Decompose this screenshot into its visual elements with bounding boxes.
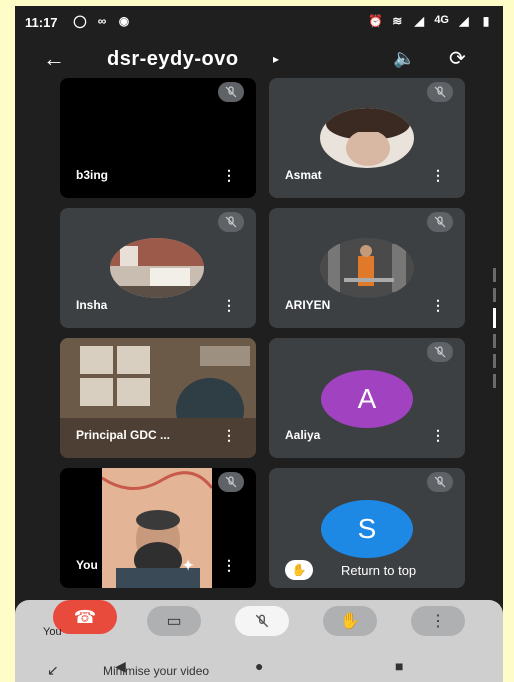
more-options-icon[interactable]: ⋮ bbox=[431, 167, 445, 184]
participant-tile[interactable]: Asmat ⋮ bbox=[269, 78, 465, 198]
mic-off-icon[interactable] bbox=[235, 606, 289, 636]
participant-tile[interactable]: Principal GDC ... ⋮ bbox=[60, 338, 256, 458]
participant-name: Insha bbox=[76, 298, 108, 312]
volte-icon: ≋ bbox=[392, 14, 403, 28]
more-options-icon[interactable]: ⋮ bbox=[222, 297, 236, 314]
participant-tile[interactable]: S ✋ Return to top bbox=[269, 468, 465, 588]
more-options-icon[interactable]: ⋮ bbox=[222, 557, 236, 574]
participant-tile[interactable]: ARIYEN ⋮ bbox=[269, 208, 465, 328]
call-controls-panel: ☎ You ▭ ✋ ⋮ ↙ Minimise your video ◀ ● ■ bbox=[15, 600, 503, 682]
back-arrow-icon[interactable]: ← bbox=[43, 46, 65, 72]
participant-avatar bbox=[320, 238, 414, 298]
mic-off-icon bbox=[427, 82, 453, 102]
participant-name: b3ing bbox=[76, 168, 108, 182]
hand-raise-icon: ✋ bbox=[285, 560, 313, 580]
mic-off-icon bbox=[218, 82, 244, 102]
participant-avatar: S bbox=[321, 500, 413, 558]
link-icon: ∞ bbox=[97, 14, 107, 28]
participant-name: Principal GDC ... bbox=[76, 428, 171, 442]
more-options-icon[interactable]: ⋮ bbox=[431, 297, 445, 314]
alarm-icon: ⏰ bbox=[368, 14, 384, 28]
more-options-icon[interactable]: ⋮ bbox=[411, 606, 465, 636]
battery-icon: ▮ bbox=[482, 14, 490, 28]
signal-icon: ◢ bbox=[414, 14, 424, 28]
chevron-right-icon[interactable]: ▸ bbox=[273, 52, 279, 66]
speaker-icon[interactable]: 🔈 bbox=[393, 48, 415, 69]
sparkle-icon[interactable]: ✦ bbox=[182, 557, 194, 574]
more-options-icon[interactable]: ⋮ bbox=[431, 427, 445, 444]
mic-off-icon bbox=[218, 472, 244, 492]
participant-name: You bbox=[76, 558, 98, 572]
status-bar: 11:17 ◯ ∞ ◉ ⏰ ≋ ◢ 4G ◢ ▮ bbox=[15, 6, 503, 38]
participant-tile[interactable]: A Aaliya ⋮ bbox=[269, 338, 465, 458]
participant-avatar bbox=[320, 108, 414, 168]
self-view-tile[interactable]: You ✦ ⋮ bbox=[60, 468, 256, 588]
scroll-indicator bbox=[493, 268, 498, 418]
participant-name: Asmat bbox=[285, 168, 322, 182]
mic-off-icon bbox=[427, 472, 453, 492]
mic-off-icon bbox=[218, 212, 244, 232]
nav-home-icon[interactable]: ● bbox=[255, 658, 263, 674]
collapse-icon[interactable]: ↙ bbox=[47, 662, 59, 679]
mic-off-icon bbox=[427, 342, 453, 362]
raise-hand-icon[interactable]: ✋ bbox=[323, 606, 377, 636]
self-video bbox=[102, 468, 212, 588]
record-icon: ◯ bbox=[73, 14, 87, 28]
mic-off-icon bbox=[427, 212, 453, 232]
app-icon: ◉ bbox=[118, 14, 130, 28]
status-time: 11:17 bbox=[25, 15, 58, 30]
more-options-icon[interactable]: ⋮ bbox=[222, 167, 236, 184]
meeting-code[interactable]: dsr-eydy-ovo bbox=[107, 48, 239, 71]
nav-recents-icon[interactable]: ■ bbox=[395, 658, 403, 674]
signal-icon: ◢ bbox=[459, 14, 469, 28]
camera-icon[interactable]: ▭ bbox=[147, 606, 201, 636]
participant-name: Aaliya bbox=[285, 428, 321, 442]
participant-name: ARIYEN bbox=[285, 298, 331, 312]
network-type: 4G bbox=[434, 14, 449, 26]
participant-avatar: A bbox=[321, 370, 413, 428]
nav-back-icon[interactable]: ◀ bbox=[115, 658, 126, 675]
phone-screen: 11:17 ◯ ∞ ◉ ⏰ ≋ ◢ 4G ◢ ▮ ← dsr-eydy-ovo … bbox=[15, 6, 503, 682]
end-call-icon[interactable]: ☎ bbox=[53, 600, 117, 634]
participant-tile[interactable]: b3ing ⋮ bbox=[60, 78, 256, 198]
return-to-top-button[interactable]: Return to top bbox=[329, 560, 429, 582]
you-label: You bbox=[43, 626, 62, 638]
more-options-icon[interactable]: ⋮ bbox=[222, 427, 236, 444]
participant-avatar bbox=[110, 238, 204, 298]
switch-camera-icon[interactable]: ⟳ bbox=[449, 46, 466, 71]
participant-tile[interactable]: Insha ⋮ bbox=[60, 208, 256, 328]
